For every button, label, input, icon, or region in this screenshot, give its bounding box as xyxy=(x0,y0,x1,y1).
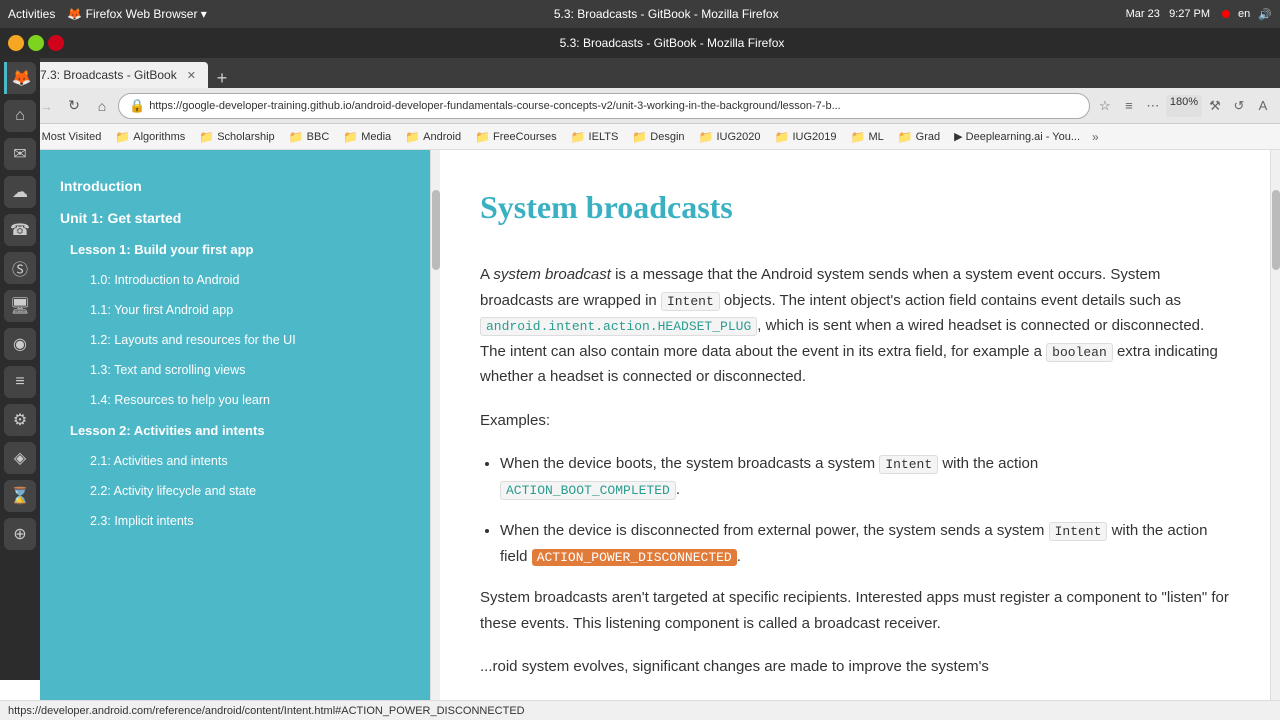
article-para-1: A system broadcast is a message that the… xyxy=(480,262,1230,390)
examples-list: When the device boots, the system broadc… xyxy=(500,451,1230,569)
sidebar-item-1-4[interactable]: 1.4: Resources to help you learn xyxy=(40,385,430,415)
bookmarks-overflow[interactable]: » xyxy=(1088,128,1103,146)
toolbar-icons: ☆ ≡ ⋯ 180% ⚒ ↺ A xyxy=(1094,95,1274,117)
sidebar-item-2-3[interactable]: 2.3: Implicit intents xyxy=(40,506,430,536)
reader-mode-icon[interactable]: ≡ xyxy=(1118,95,1140,117)
minimize-button[interactable] xyxy=(8,35,24,51)
dock-cloud[interactable]: ☁ xyxy=(4,176,36,208)
sidebar-item-2-1[interactable]: 2.1: Activities and intents xyxy=(40,446,430,476)
sidebar-item-lesson2[interactable]: Lesson 2: Activities and intents xyxy=(40,415,430,446)
sidebar-item-1-2[interactable]: 1.2: Layouts and resources for the UI xyxy=(40,325,430,355)
bookmark-scholarship[interactable]: 📁 Scholarship xyxy=(193,128,280,146)
browser-toolbar: ← → ↻ ⌂ 🔒 https://google-developer-train… xyxy=(0,88,1280,124)
examples-label: Examples: xyxy=(480,408,1230,434)
bookmark-ielts[interactable]: 📁 IELTS xyxy=(565,128,625,146)
bullet-item-2: When the device is disconnected from ext… xyxy=(500,518,1230,569)
activities-label[interactable]: Activities xyxy=(8,7,55,21)
sidebar-item-unit1[interactable]: Unit 1: Get started xyxy=(40,202,430,234)
bookmark-algorithms[interactable]: 📁 Algorithms xyxy=(109,128,191,146)
window-title: 5.3: Broadcasts - GitBook - Mozilla Fire… xyxy=(554,7,779,21)
sidebar-item-2-2[interactable]: 2.2: Activity lifecycle and state xyxy=(40,476,430,506)
bookmark-bbc[interactable]: 📁 BBC xyxy=(283,128,336,146)
sidebar-scroll-thumb[interactable] xyxy=(432,190,440,270)
bookmark-star-icon[interactable]: ☆ xyxy=(1094,95,1116,117)
firefox-label: 🦊 Firefox Web Browser ▾ xyxy=(67,7,206,21)
sidebar-item-1-1[interactable]: 1.1: Your first Android app xyxy=(40,295,430,325)
action-boot-completed: ACTION_BOOT_COMPLETED xyxy=(500,481,676,500)
date-time: Mar 23 9:27 PM xyxy=(1126,8,1210,20)
bookmarks-bar: ★ 📁 Most Visited 📁 Algorithms 📁 Scholars… xyxy=(0,124,1280,150)
dock-clock[interactable]: ⌛ xyxy=(4,480,36,512)
dock-mail[interactable]: ✉ xyxy=(4,138,36,170)
article-para-2: System broadcasts aren't targeted at spe… xyxy=(480,585,1230,636)
close-tab-button[interactable]: ✕ xyxy=(187,69,196,82)
bookmark-desgin[interactable]: 📁 Desgin xyxy=(626,128,690,146)
url-text[interactable]: https://google-developer-training.github… xyxy=(149,100,1079,112)
bookmark-android[interactable]: 📁 Android xyxy=(399,128,467,146)
volume-icon[interactable]: 🔊 xyxy=(1258,8,1272,21)
bookmark-iug2020[interactable]: 📁 IUG2020 xyxy=(693,128,767,146)
dock-menu[interactable]: ≡ xyxy=(4,366,36,398)
action-power-disconnected[interactable]: ACTION_POWER_DISCONNECTED xyxy=(532,549,737,566)
sidebar-item-1-3[interactable]: 1.3: Text and scrolling views xyxy=(40,355,430,385)
url-bar[interactable]: 🔒 https://google-developer-training.gith… xyxy=(118,93,1090,119)
language-selector[interactable]: en xyxy=(1238,8,1250,20)
sidebar-item-1-0[interactable]: 1.0: Introduction to Android xyxy=(40,265,430,295)
dock-home[interactable]: ⌂ xyxy=(4,100,36,132)
more-icon[interactable]: ⋯ xyxy=(1142,95,1164,117)
sidebar-item-lesson1[interactable]: Lesson 1: Build your first app xyxy=(40,234,430,265)
article-scroll-thumb[interactable] xyxy=(1272,190,1280,270)
dock-desktop[interactable]: 🖥 xyxy=(4,290,36,322)
text-size-icon[interactable]: A xyxy=(1252,95,1274,117)
browser-tabs: 7.3: Broadcasts - GitBook ✕ + xyxy=(0,58,1280,88)
sidebar-scrollbar[interactable] xyxy=(430,150,440,700)
article-title: System broadcasts xyxy=(480,180,1230,234)
bookmark-grad[interactable]: 📁 Grad xyxy=(892,128,946,146)
article-para-3-partial: ...roid system evolves, significant chan… xyxy=(480,654,1230,680)
bullet-item-1: When the device boots, the system broadc… xyxy=(500,451,1230,502)
new-tab-button[interactable]: + xyxy=(212,68,232,88)
status-url: https://developer.android.com/reference/… xyxy=(8,705,525,717)
dev-tools-icon[interactable]: ⚒ xyxy=(1204,95,1226,117)
dock-record[interactable]: ◉ xyxy=(4,328,36,360)
browser-titlebar: 5.3: Broadcasts - GitBook - Mozilla Fire… xyxy=(0,28,1280,58)
os-status-area: Mar 23 9:27 PM en 🔊 xyxy=(1126,8,1272,21)
titlebar-text: 5.3: Broadcasts - GitBook - Mozilla Fire… xyxy=(72,36,1272,50)
home-button[interactable]: ⌂ xyxy=(90,94,114,118)
dock-add[interactable]: ⊕ xyxy=(4,518,36,550)
dock-phone[interactable]: ☎ xyxy=(4,214,36,246)
dock-settings[interactable]: ⚙ xyxy=(4,404,36,436)
sidebar-item-introduction[interactable]: Introduction xyxy=(40,170,430,202)
lock-icon: 🔒 xyxy=(129,98,145,114)
dock-browser[interactable]: 🦊 xyxy=(4,62,36,94)
maximize-button[interactable] xyxy=(28,35,44,51)
sync-icon[interactable]: ↺ xyxy=(1228,95,1250,117)
zoom-badge: 180% xyxy=(1166,95,1202,117)
bookmark-media[interactable]: 📁 Media xyxy=(337,128,397,146)
dock-box[interactable]: ◈ xyxy=(4,442,36,474)
refresh-button[interactable]: ↻ xyxy=(62,94,86,118)
article-scrollbar[interactable] xyxy=(1270,150,1280,700)
tab-label: 7.3: Broadcasts - GitBook xyxy=(40,68,177,82)
recording-indicator xyxy=(1222,10,1230,18)
os-dock: 🦊 ⌂ ✉ ☁ ☎ Ⓢ 🖥 ◉ ≡ ⚙ ◈ ⌛ ⊕ xyxy=(0,56,40,680)
bookmark-iug2019[interactable]: 📁 IUG2019 xyxy=(769,128,843,146)
close-button[interactable] xyxy=(48,35,64,51)
bookmark-deeplearning[interactable]: ▶ Deeplearning.ai - You... xyxy=(948,128,1086,145)
bookmark-freecourses[interactable]: 📁 FreeCourses xyxy=(469,128,563,146)
main-content: System broadcasts A system broadcast is … xyxy=(440,150,1270,700)
sidebar: Introduction Unit 1: Get started Lesson … xyxy=(40,150,430,700)
dock-signal[interactable]: Ⓢ xyxy=(4,252,36,284)
bookmark-ml[interactable]: 📁 ML xyxy=(844,128,889,146)
os-topbar: Activities 🦊 Firefox Web Browser ▾ 5.3: … xyxy=(0,0,1280,28)
status-bar: https://developer.android.com/reference/… xyxy=(0,700,1280,720)
window-controls[interactable] xyxy=(8,35,64,51)
